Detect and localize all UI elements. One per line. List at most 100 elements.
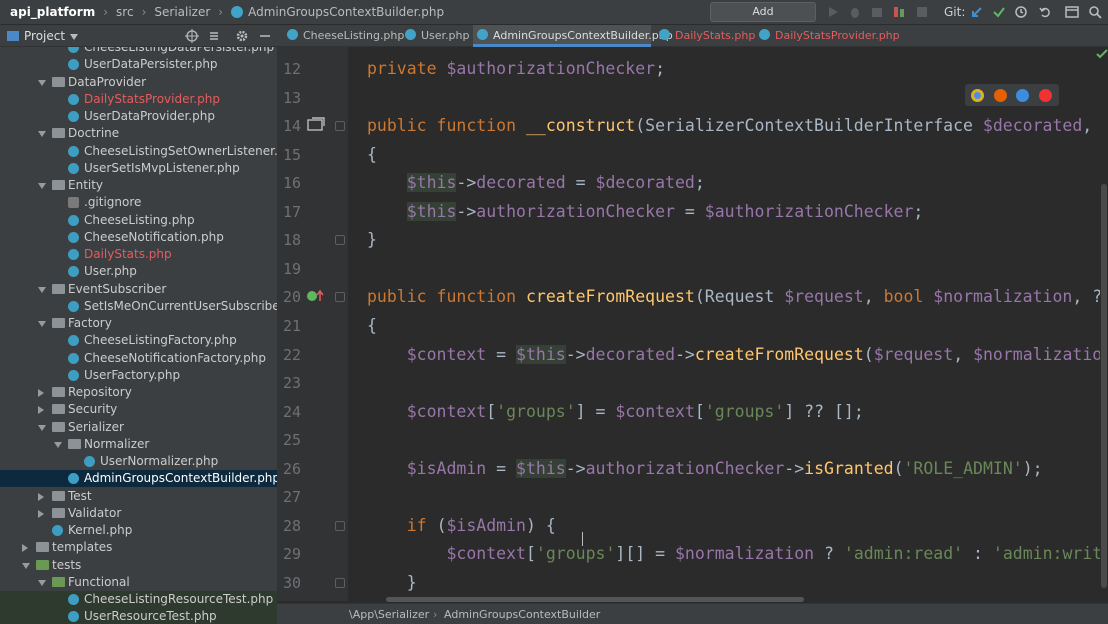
window-icon[interactable] [1065,5,1079,19]
tree-item[interactable]: CheeseListingResourceTest.php [0,591,277,608]
tree-item[interactable]: CheeseListingSetOwnerListener.php [0,143,277,160]
implement-marker-icon[interactable] [306,116,326,132]
horizontal-scrollbar-thumb[interactable] [386,597,804,602]
tree-item[interactable]: Entity [0,177,277,194]
fold-marker-icon[interactable] [335,577,345,588]
coverage-icon[interactable] [870,5,884,19]
breadcrumb-src[interactable]: src [116,5,134,19]
add-configuration-button[interactable]: Add Configuration... [710,2,816,36]
gear-icon[interactable] [235,29,249,43]
tree-item[interactable]: UserFactory.php [0,367,277,384]
fold-marker-icon[interactable] [335,235,345,246]
tree-item[interactable]: Factory [0,315,277,332]
breadcrumb-project[interactable]: api_platform [10,5,95,19]
tree-item[interactable]: UserResourceTest.php [0,608,277,624]
tree-item[interactable]: Doctrine [0,125,277,142]
tree-item[interactable]: Serializer [0,419,277,436]
editor-tab[interactable]: DailyStats.php [655,25,755,47]
collapse-all-icon[interactable] [207,29,221,43]
tree-item[interactable]: templates [0,539,277,556]
hide-panel-icon[interactable] [258,29,272,43]
rollback-icon[interactable] [1038,5,1052,19]
debug-icon[interactable] [848,5,862,19]
search-icon[interactable] [1088,5,1102,19]
tree-item[interactable]: UserDataProvider.php [0,108,277,125]
git-commit-icon[interactable] [992,5,1006,19]
tree-item[interactable]: CheeseListingDataPersister.php [0,47,277,56]
tree-item[interactable]: CheeseListing.php [0,212,277,229]
chrome-icon[interactable] [971,89,984,102]
editor-tab[interactable]: User.php [401,25,470,47]
tree-item[interactable]: DailyStatsProvider.php [0,91,277,108]
fold-marker-icon[interactable] [335,520,345,531]
chevron-right-icon[interactable] [38,406,44,415]
project-tree[interactable]: CheeseListingDataPersister.php UserDataPe… [0,47,277,624]
tree-item[interactable]: UserNormalizer.php [0,453,277,470]
run-icon[interactable] [826,5,840,19]
tree-item[interactable]: CheeseListingFactory.php [0,332,277,349]
project-panel-title[interactable]: Project [24,29,65,43]
tree-item[interactable]: Normalizer [0,436,277,453]
editor-tab[interactable]: AdminGroupsContextBuilder.php [473,25,673,47]
tree-item[interactable]: tests [0,557,277,574]
fold-marker-icon[interactable] [335,121,345,132]
stop-icon[interactable] [915,5,929,19]
editor-tab[interactable]: CheeseListing.php [283,25,404,47]
tree-item[interactable]: UserSetIsMvpListener.php [0,160,277,177]
safari-icon[interactable] [1016,89,1029,102]
chevron-down-icon[interactable] [38,79,46,86]
tree-item[interactable]: Validator [0,505,277,522]
chevron-right-icon[interactable] [22,544,28,553]
chevron-down-icon[interactable] [38,579,46,586]
chevron-down-icon[interactable] [70,34,78,40]
tree-item[interactable]: Kernel.php [0,522,277,539]
tree-item-label: CheeseNotificationFactory.php [84,350,267,365]
profiler-icon[interactable] [892,5,906,19]
tree-item[interactable]: .gitignore [0,194,277,211]
history-icon[interactable] [1014,5,1028,19]
locate-icon[interactable] [185,29,199,43]
tree-item[interactable]: EventSubscriber [0,281,277,298]
chevron-down-icon[interactable] [38,183,46,189]
chevron-down-icon[interactable] [38,424,46,431]
tree-item[interactable]: UserDataPersister.php [0,56,277,73]
chevron-down-icon[interactable] [22,562,30,569]
breadcrumb-namespace[interactable]: \App\Serializer [349,604,429,624]
fold-marker-icon[interactable] [335,292,345,303]
chevron-right-icon[interactable] [38,509,44,518]
breadcrumb-serializer[interactable]: Serializer [154,5,210,19]
tree-item[interactable]: AdminGroupsContextBuilder.php [0,470,277,488]
code-token: -> [565,344,586,364]
opera-icon[interactable] [1039,89,1052,102]
line-number: 28 [282,516,301,535]
tree-item[interactable]: Repository [0,384,277,401]
tree-item[interactable]: CheeseNotificationFactory.php [0,350,277,367]
tree-item[interactable]: Test [0,488,277,505]
chevron-down-icon[interactable] [38,286,46,293]
tree-item[interactable]: DailyStats.php [0,246,277,263]
editor-tab[interactable]: DailyStatsProvider.php [755,25,900,47]
implements-method-icon[interactable] [306,289,326,303]
tree-item[interactable]: CheeseNotification.php [0,229,277,246]
code-token: -> [456,201,477,221]
tree-item[interactable]: Security [0,401,277,418]
tree-item[interactable]: User.php [0,263,277,280]
project-icon [7,31,19,41]
line-number: 14 [282,117,301,136]
breadcrumb-file[interactable]: AdminGroupsContextBuilder.php [248,5,444,19]
code-token: , [953,344,974,364]
chevron-down-icon[interactable] [54,441,62,448]
chevron-down-icon[interactable] [38,321,46,327]
firefox-icon[interactable] [994,89,1007,102]
tree-item[interactable]: DataProvider [0,74,277,91]
inspection-ok-icon[interactable] [1096,48,1108,60]
tree-item[interactable]: Functional [0,574,277,591]
git-update-icon[interactable] [970,5,984,19]
chevron-down-icon[interactable] [38,131,46,138]
vertical-scrollbar-thumb[interactable] [1101,184,1107,588]
chevron-right-icon[interactable] [38,389,44,397]
breadcrumb-class[interactable]: AdminGroupsContextBuilder [444,604,600,624]
tree-item[interactable]: SetIsMeOnCurrentUserSubscriber.php [0,298,277,315]
chevron-right-icon[interactable] [38,492,44,501]
code-token: 'groups' [496,401,576,421]
